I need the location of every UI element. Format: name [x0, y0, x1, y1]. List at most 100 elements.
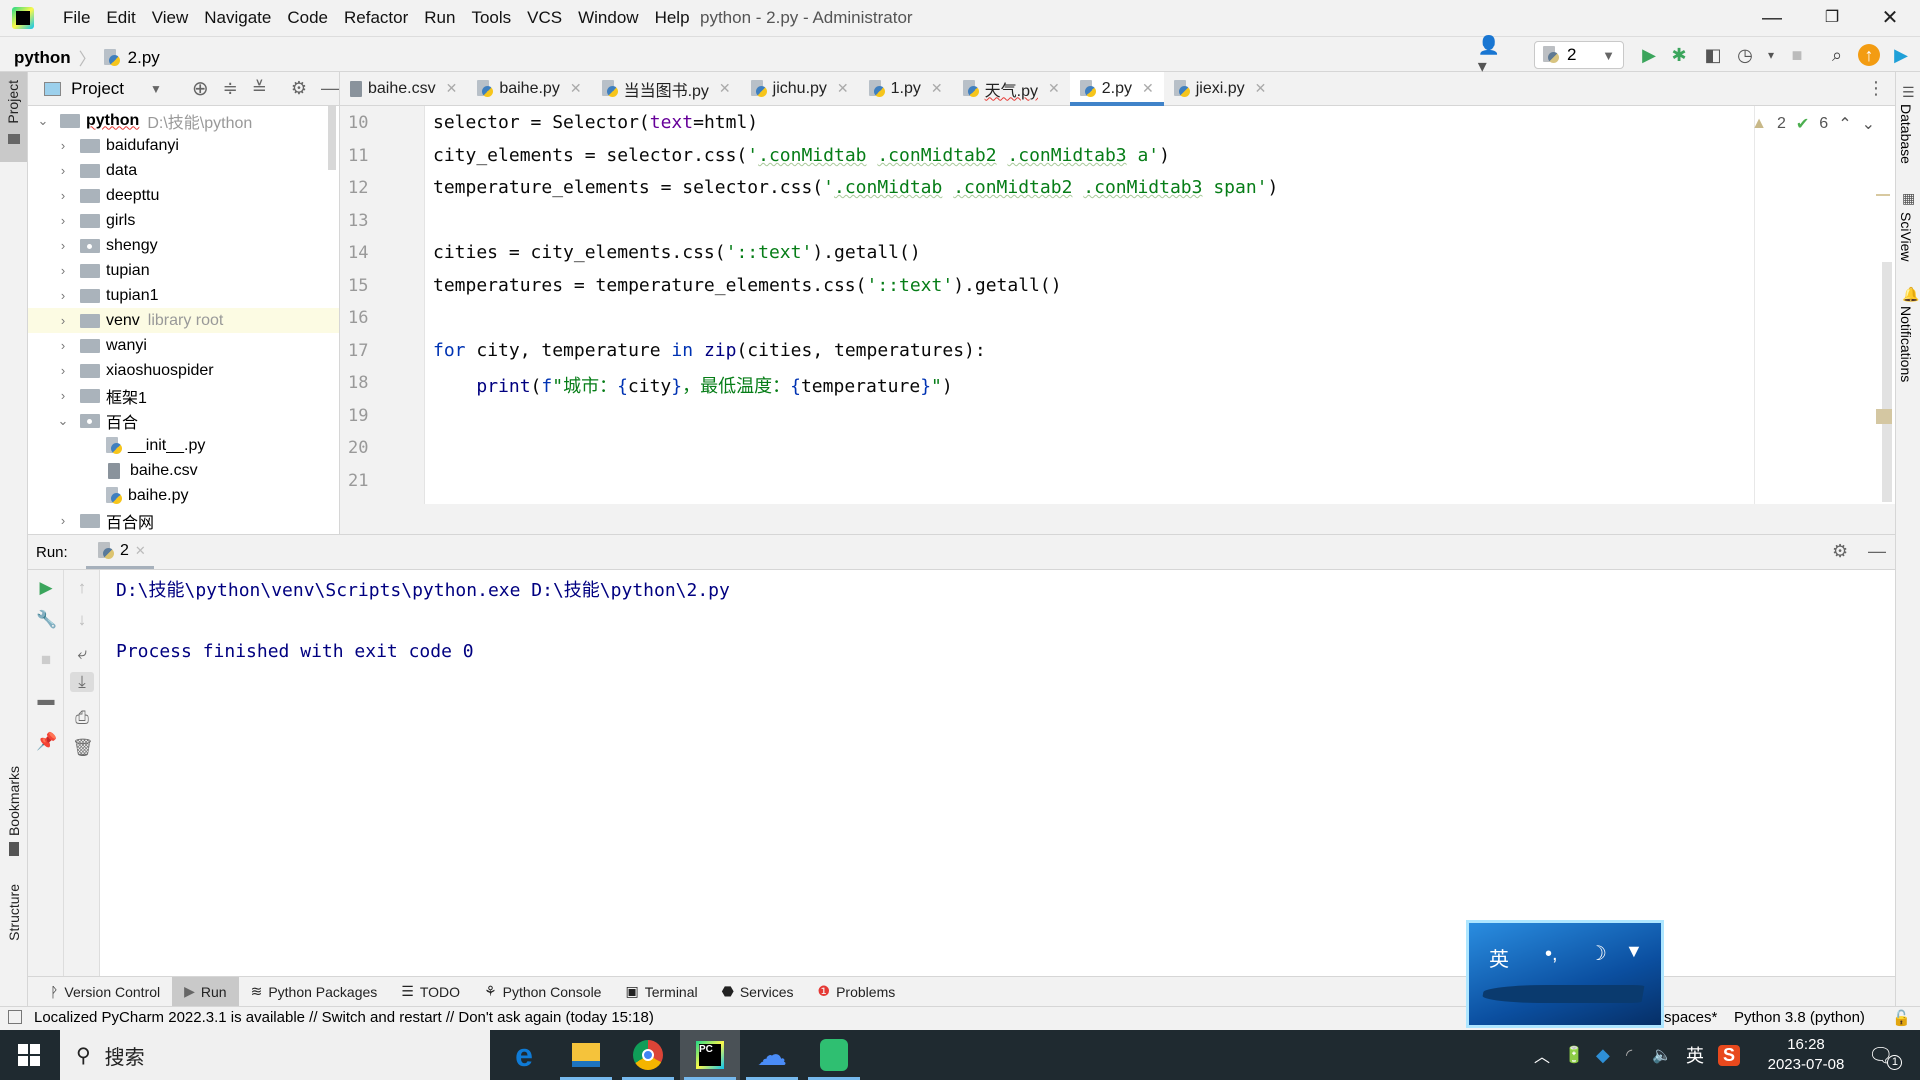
- interpreter-status[interactable]: Python 3.8 (python): [1734, 1009, 1865, 1026]
- menu-view[interactable]: View: [144, 8, 197, 28]
- locate-icon[interactable]: ⊕: [192, 76, 209, 101]
- pycharm-app-icon[interactable]: PC: [680, 1030, 740, 1080]
- wifi-icon[interactable]: ◜: [1626, 1030, 1632, 1080]
- close-tab-icon[interactable]: ✕: [931, 80, 943, 97]
- error-stripe-mark[interactable]: [1876, 409, 1892, 424]
- project-tool-tab[interactable]: Project: [0, 72, 27, 162]
- run-icon[interactable]: ▶: [1638, 44, 1660, 66]
- tab-dangdang-py[interactable]: 当当图书.py ✕: [592, 72, 741, 105]
- tab-jiexi-py[interactable]: jiexi.py ✕: [1164, 72, 1277, 105]
- inspection-widget[interactable]: ▲ 2 ✔ 6 ⌃ ⌄: [1751, 114, 1875, 134]
- tree-item[interactable]: › shengy: [28, 233, 339, 258]
- previous-highlight-icon[interactable]: ⌃: [1838, 114, 1851, 134]
- more-tabs-icon[interactable]: ⋮: [1867, 72, 1895, 105]
- tree-item[interactable]: › 框架1: [28, 383, 339, 408]
- scroll-up-icon[interactable]: ↑: [72, 578, 92, 598]
- app-tray-icon[interactable]: ◆: [1596, 1030, 1610, 1080]
- tool-problems[interactable]: ❶ Problems: [806, 977, 908, 1007]
- green-app-icon[interactable]: [804, 1030, 864, 1080]
- close-tab-icon[interactable]: ✕: [446, 80, 458, 97]
- close-tab-icon[interactable]: ✕: [719, 80, 731, 97]
- run-tab[interactable]: 2 ✕: [86, 535, 154, 569]
- menu-help[interactable]: Help: [647, 8, 698, 28]
- status-message[interactable]: Localized PyCharm 2022.3.1 is available …: [34, 1009, 654, 1026]
- tool-run[interactable]: ▶ Run: [172, 976, 239, 1007]
- toggle-tool-windows-icon[interactable]: [8, 1010, 22, 1024]
- code-with-me-icon[interactable]: ▶: [1890, 44, 1912, 66]
- layout-icon[interactable]: ▬: [36, 690, 56, 710]
- chevron-right-icon[interactable]: ›: [56, 363, 70, 378]
- stop-icon[interactable]: ■: [1786, 44, 1808, 66]
- clock[interactable]: 16:28 2023-07-08: [1760, 1030, 1852, 1080]
- print-icon[interactable]: ⎙: [72, 708, 92, 728]
- debug-icon[interactable]: ✱: [1668, 44, 1690, 66]
- ime-indicator[interactable]: 英: [1686, 1030, 1704, 1080]
- show-hidden-icons[interactable]: ︿: [1534, 1030, 1550, 1080]
- tree-item[interactable]: › xiaoshuospider: [28, 358, 339, 383]
- editor-scrollbar[interactable]: [1882, 262, 1892, 502]
- profile-icon[interactable]: ◷: [1734, 44, 1756, 66]
- chevron-right-icon[interactable]: ›: [56, 263, 70, 278]
- tree-item[interactable]: › tupian: [28, 258, 339, 283]
- menu-window[interactable]: Window: [570, 8, 646, 28]
- tree-item[interactable]: › girls: [28, 208, 339, 233]
- close-tab-icon[interactable]: ✕: [1142, 80, 1154, 97]
- tool-services[interactable]: ⬣ Services: [710, 977, 806, 1007]
- tree-item[interactable]: › data: [28, 158, 339, 183]
- gear-icon[interactable]: ⚙: [1832, 541, 1848, 562]
- chevron-down-icon[interactable]: ⌄: [36, 113, 50, 129]
- vcs-user-icon[interactable]: 👤▾: [1478, 35, 1500, 76]
- tab-baihe-csv[interactable]: baihe.csv ✕: [340, 72, 467, 105]
- tool-terminal[interactable]: ▣ Terminal: [613, 977, 709, 1007]
- tool-todo[interactable]: ☰ TODO: [389, 977, 472, 1007]
- tree-item[interactable]: › wanyi: [28, 333, 339, 358]
- battery-icon[interactable]: 🔋: [1564, 1030, 1584, 1080]
- restore-button[interactable]: ❐: [1812, 4, 1852, 32]
- menu-run[interactable]: Run: [416, 8, 463, 28]
- project-scrollbar[interactable]: [328, 106, 336, 170]
- tree-item[interactable]: › 百合网: [28, 508, 339, 533]
- gear-icon[interactable]: ⚙: [291, 78, 307, 99]
- close-tab-icon[interactable]: ✕: [837, 80, 849, 97]
- chevron-down-icon[interactable]: ⌄: [56, 413, 70, 429]
- bookmarks-tool-tab[interactable]: Bookmarks: [6, 766, 22, 836]
- tree-item[interactable]: › baidufanyi: [28, 133, 339, 158]
- tree-item[interactable]: › tupian1: [28, 283, 339, 308]
- tab-1-py[interactable]: 1.py ✕: [859, 72, 953, 105]
- sciview-tool-tab[interactable]: SciView: [1898, 212, 1914, 262]
- tab-jichu-py[interactable]: jichu.py ✕: [741, 72, 859, 105]
- tool-python-console[interactable]: ⚘ Python Console: [472, 977, 613, 1007]
- menu-vcs[interactable]: VCS: [519, 8, 570, 28]
- chevron-right-icon[interactable]: ›: [56, 288, 70, 303]
- chevron-right-icon[interactable]: ›: [56, 338, 70, 353]
- chevron-right-icon[interactable]: ›: [56, 238, 70, 253]
- action-center-icon[interactable]: 🗨 1: [1868, 1030, 1903, 1080]
- update-icon[interactable]: ↑: [1858, 44, 1880, 66]
- menu-code[interactable]: Code: [279, 8, 336, 28]
- scroll-to-end-icon[interactable]: ⤓: [70, 672, 94, 692]
- error-stripe-mark[interactable]: [1876, 194, 1890, 196]
- scroll-down-icon[interactable]: ↓: [72, 610, 92, 630]
- cloud-app-icon[interactable]: ☁: [742, 1030, 802, 1080]
- hide-panel-icon[interactable]: —: [1868, 541, 1886, 562]
- chrome-app-icon[interactable]: [618, 1030, 678, 1080]
- rerun-icon[interactable]: ▶: [36, 578, 56, 598]
- tree-item[interactable]: › deepttu: [28, 183, 339, 208]
- wrench-icon[interactable]: 🔧: [36, 610, 57, 630]
- close-tab-icon[interactable]: ✕: [1255, 80, 1267, 97]
- database-tool-tab[interactable]: Database: [1898, 104, 1914, 164]
- tree-item[interactable]: ⌄ 百合: [28, 408, 339, 433]
- chevron-right-icon[interactable]: ›: [56, 513, 70, 528]
- chevron-right-icon[interactable]: ›: [56, 163, 70, 178]
- project-view-label[interactable]: Project: [71, 79, 124, 99]
- code-editor[interactable]: 10 11 12 13 14 15 16 17 18 19 20 21 sele…: [340, 106, 1895, 504]
- chevron-right-icon[interactable]: ›: [56, 388, 70, 403]
- pin-icon[interactable]: 📌: [36, 732, 57, 752]
- chevron-right-icon[interactable]: ›: [56, 213, 70, 228]
- breadcrumb-project[interactable]: python: [14, 48, 71, 68]
- stop-icon[interactable]: ■: [36, 650, 56, 670]
- tool-python-packages[interactable]: ≋ Python Packages: [239, 977, 390, 1007]
- close-tab-icon[interactable]: ✕: [570, 80, 582, 97]
- notifications-tool-tab[interactable]: Notifications: [1898, 306, 1914, 382]
- minimize-button[interactable]: —: [1752, 4, 1792, 32]
